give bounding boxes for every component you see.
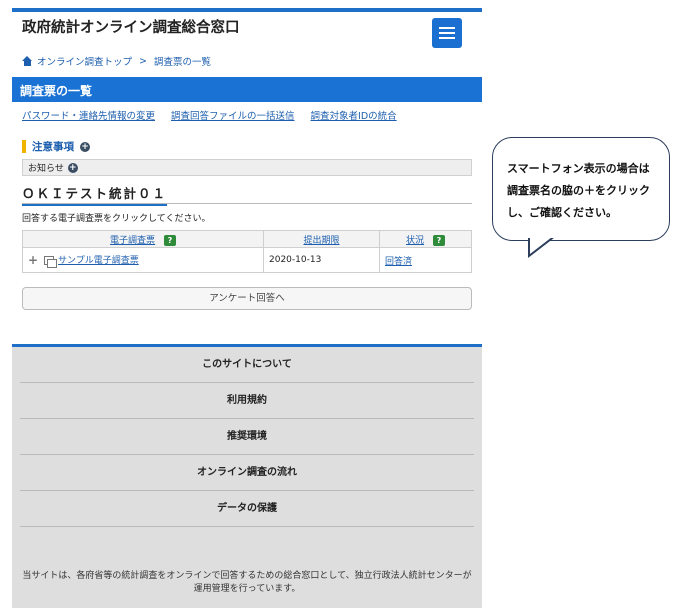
notice-marker [22,140,26,153]
footer-link-environment[interactable]: 推奨環境 [20,419,474,455]
column-form-sort-link[interactable]: 電子調査票 [110,236,155,246]
breadcrumb-home-link[interactable]: オンライン調査トップ [37,54,132,68]
callout-tail-fill [530,237,552,254]
mobile-page: 政府統計オンライン調査総合窓口 オンライン調査トップ > 調査票の一覧 調査票の… [12,8,482,608]
status-link[interactable]: 回答済 [385,257,412,267]
survey-table: 電子調査票 ? 提出期限 状況 ? + サンプル電子調査票 2020-10-13 [22,230,472,273]
survey-instruction: 回答する電子調査票をクリックしてください。 [22,214,211,224]
news-bar[interactable]: お知らせ + [22,159,472,176]
home-icon [22,56,33,66]
column-status-sort-link[interactable]: 状況 [406,236,424,246]
questionnaire-button[interactable]: アンケート回答へ [22,287,472,310]
column-status: 状況 ? [379,230,472,248]
bulk-upload-link[interactable]: 調査回答ファイルの一括送信 [171,108,295,122]
form-cell: + サンプル電子調査票 [22,247,264,273]
notice-heading-label: 注意事項 [32,141,74,153]
site-title[interactable]: 政府統計オンライン調査総合窓口 [22,16,240,37]
column-deadline-sort-link[interactable]: 提出期限 [303,236,339,246]
survey-form-link[interactable]: サンプル電子調査票 [58,256,139,266]
survey-divider [22,203,472,204]
footer-link-about[interactable]: このサイトについて [20,347,474,383]
merge-id-link[interactable]: 調査対象者IDの統合 [311,108,397,122]
deadline-cell: 2020-10-13 [263,247,380,273]
callout-bubble: スマートフォン表示の場合は調査票名の脇の＋をクリックし、ご確認ください。 [492,137,670,241]
breadcrumb-separator: > [139,55,147,67]
notice-heading[interactable]: 注意事項 + [22,139,90,154]
footer-description: 当サイトは、各府省等の統計調査をオンラインで回答するための総合窓口として、独立行… [22,571,472,594]
help-badge-icon[interactable]: ? [432,234,445,246]
site-header: 政府統計オンライン調査総合窓口 [12,12,482,52]
news-label: お知らせ [28,164,64,174]
footer-link-terms[interactable]: 利用規約 [20,383,474,419]
footer-link-data-protection[interactable]: データの保護 [20,491,474,527]
column-deadline: 提出期限 [263,230,380,248]
expand-notice-icon[interactable]: + [80,141,90,152]
expand-row-plus-icon[interactable]: + [28,253,38,267]
change-password-link[interactable]: パスワード・連絡先情報の変更 [22,108,155,122]
table-row: + サンプル電子調査票 2020-10-13 回答済 [22,247,472,273]
column-form: 電子調査票 ? [22,230,264,248]
page-title: 調査票の一覧 [12,77,482,102]
hamburger-icon[interactable] [432,18,462,48]
status-cell: 回答済 [379,247,472,273]
breadcrumb-current[interactable]: 調査票の一覧 [154,54,211,68]
copy-document-icon [44,255,57,268]
site-footer: このサイトについて 利用規約 推奨環境 オンライン調査の流れ データの保護 当サ… [12,344,482,608]
callout-text: スマートフォン表示の場合は調査票名の脇の＋をクリックし、ご確認ください。 [507,162,650,219]
sub-navigation: パスワード・連絡先情報の変更 調査回答ファイルの一括送信 調査対象者IDの統合 [22,108,397,122]
breadcrumb: オンライン調査トップ > 調査票の一覧 [22,54,211,68]
help-badge-icon[interactable]: ? [163,234,176,246]
footer-link-flow[interactable]: オンライン調査の流れ [20,455,474,491]
expand-news-icon[interactable]: + [67,162,78,173]
